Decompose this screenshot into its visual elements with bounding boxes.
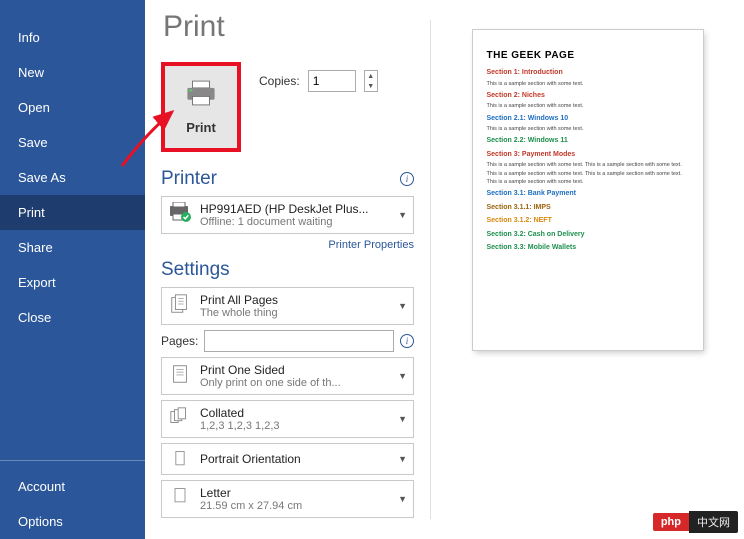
chevron-down-icon: ▼ bbox=[394, 454, 407, 464]
doc-section: Section 1: Introduction bbox=[487, 68, 689, 79]
printer-status-text: Offline: 1 document waiting bbox=[200, 216, 386, 228]
collate-dropdown[interactable]: Collated 1,2,3 1,2,3 1,2,3 ▼ bbox=[161, 400, 414, 438]
print-button-label: Print bbox=[186, 120, 216, 135]
doc-body: This is a sample section with some text.… bbox=[487, 161, 689, 186]
watermark-right: 中文网 bbox=[689, 511, 738, 533]
doc-section: Section 2: Niches bbox=[487, 91, 689, 102]
sides-line2: Only print on one side of th... bbox=[200, 377, 386, 389]
print-preview: THE GEEK PAGE Section 1: Introduction Th… bbox=[431, 0, 744, 539]
doc-section: Section 2.2: Windows 11 bbox=[487, 136, 689, 147]
copies-input[interactable] bbox=[308, 70, 356, 92]
sidebar-item-open[interactable]: Open bbox=[0, 90, 145, 125]
doc-body: This is a sample section with some text. bbox=[487, 125, 689, 133]
copies-spinner[interactable]: ▲ ▼ bbox=[364, 70, 378, 92]
printer-heading: Printer bbox=[161, 168, 217, 190]
page-title: Print bbox=[163, 10, 414, 44]
orientation-line1: Portrait Orientation bbox=[200, 452, 386, 466]
collate-icon bbox=[168, 406, 192, 428]
sidebar-item-new[interactable]: New bbox=[0, 55, 145, 90]
settings-heading: Settings bbox=[161, 259, 230, 281]
sidebar-item-save-as[interactable]: Save As bbox=[0, 160, 145, 195]
spinner-down-icon[interactable]: ▼ bbox=[365, 81, 377, 91]
chevron-down-icon: ▼ bbox=[394, 371, 407, 381]
doc-body: This is a sample section with some text. bbox=[487, 102, 689, 110]
print-controls: Print Print Copies: ▲ ▼ Printer i bbox=[145, 0, 430, 539]
collate-line1: Collated bbox=[200, 406, 386, 420]
sidebar-item-options[interactable]: Options bbox=[0, 504, 145, 539]
chevron-down-icon: ▼ bbox=[394, 301, 407, 311]
chevron-down-icon: ▼ bbox=[394, 414, 407, 424]
paper-size-icon bbox=[168, 486, 192, 506]
spinner-up-icon[interactable]: ▲ bbox=[365, 71, 377, 81]
paper-dropdown[interactable]: Letter 21.59 cm x 27.94 cm ▼ bbox=[161, 480, 414, 518]
print-button[interactable]: Print bbox=[161, 62, 241, 152]
printer-name: HP991AED (HP DeskJet Plus... bbox=[200, 202, 386, 216]
watermark-left: php bbox=[653, 513, 689, 531]
one-sided-icon bbox=[168, 363, 192, 385]
copies-label: Copies: bbox=[259, 74, 300, 88]
doc-body: This is a sample section with some text. bbox=[487, 80, 689, 88]
pages-icon bbox=[168, 293, 192, 315]
doc-section: Section 3.1: Bank Payment bbox=[487, 189, 689, 200]
doc-section: Section 3.1.1: IMPS bbox=[487, 203, 689, 214]
preview-page: THE GEEK PAGE Section 1: Introduction Th… bbox=[473, 30, 703, 350]
pages-input[interactable] bbox=[204, 330, 394, 352]
backstage-sidebar: Info New Open Save Save As Print Share E… bbox=[0, 0, 145, 539]
sidebar-item-account[interactable]: Account bbox=[0, 469, 145, 504]
sidebar-item-close[interactable]: Close bbox=[0, 300, 145, 335]
doc-section: Section 3.2: Cash on Delivery bbox=[487, 230, 689, 241]
sidebar-item-export[interactable]: Export bbox=[0, 265, 145, 300]
print-pages-line1: Print All Pages bbox=[200, 293, 386, 307]
print-pages-line2: The whole thing bbox=[200, 307, 386, 319]
paper-line1: Letter bbox=[200, 486, 386, 500]
orientation-dropdown[interactable]: Portrait Orientation ▼ bbox=[161, 443, 414, 475]
main-area: Print Print Copies: ▲ ▼ Printer i bbox=[145, 0, 744, 539]
chevron-down-icon: ▼ bbox=[394, 210, 407, 220]
print-pages-dropdown[interactable]: Print All Pages The whole thing ▼ bbox=[161, 287, 414, 325]
doc-title: THE GEEK PAGE bbox=[487, 48, 689, 63]
sidebar-item-save[interactable]: Save bbox=[0, 125, 145, 160]
paper-line2: 21.59 cm x 27.94 cm bbox=[200, 500, 386, 512]
doc-section: Section 2.1: Windows 10 bbox=[487, 114, 689, 125]
info-icon[interactable]: i bbox=[400, 172, 414, 186]
doc-section: Section 3: Payment Modes bbox=[487, 150, 689, 161]
watermark: php 中文网 bbox=[653, 511, 738, 533]
sidebar-item-info[interactable]: Info bbox=[0, 20, 145, 55]
printer-dropdown[interactable]: HP991AED (HP DeskJet Plus... Offline: 1 … bbox=[161, 196, 414, 234]
collate-line2: 1,2,3 1,2,3 1,2,3 bbox=[200, 420, 386, 432]
chevron-down-icon: ▼ bbox=[394, 494, 407, 504]
sides-line1: Print One Sided bbox=[200, 363, 386, 377]
printer-status-icon bbox=[168, 202, 192, 222]
sidebar-item-print[interactable]: Print bbox=[0, 195, 145, 230]
info-icon[interactable]: i bbox=[400, 334, 414, 348]
portrait-icon bbox=[168, 449, 192, 469]
sidebar-item-share[interactable]: Share bbox=[0, 230, 145, 265]
sides-dropdown[interactable]: Print One Sided Only print on one side o… bbox=[161, 357, 414, 395]
doc-section: Section 3.1.2: NEFT bbox=[487, 216, 689, 227]
doc-section: Section 3.3: Mobile Wallets bbox=[487, 243, 689, 254]
pages-label: Pages: bbox=[161, 334, 198, 348]
printer-properties-link[interactable]: Printer Properties bbox=[161, 239, 414, 251]
printer-icon bbox=[184, 79, 218, 112]
